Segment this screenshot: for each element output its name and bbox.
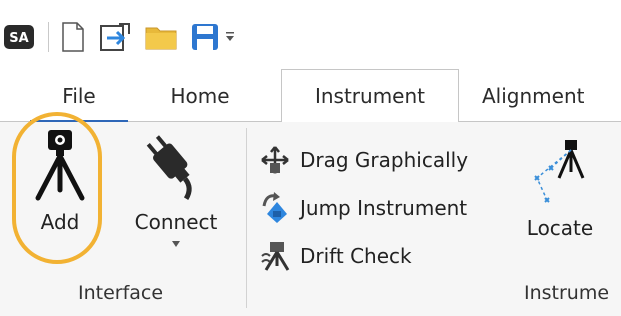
app-logo-icon[interactable]: SA [2, 20, 36, 54]
locate-network-icon [534, 140, 585, 203]
group-label-instrument: Instrume [524, 282, 610, 304]
drift-check-button[interactable]: Drift Check [258, 234, 412, 278]
toolbar-separator [48, 22, 49, 52]
drift-tripod-icon [258, 239, 292, 273]
new-document-icon[interactable] [56, 20, 90, 54]
drift-check-label: Drift Check [300, 244, 412, 268]
open-folder-icon[interactable] [144, 20, 178, 54]
customize-dropdown-icon[interactable] [220, 20, 240, 54]
tab-alignment[interactable]: Alignment [482, 70, 621, 122]
jump-arrow-icon [258, 191, 292, 225]
chevron-down-icon[interactable] [171, 240, 181, 248]
locate-button[interactable]: Locate [518, 138, 602, 240]
ribbon-tabs: File Home Instrument Alignment [0, 69, 621, 123]
highlight-annotation [12, 112, 102, 264]
tab-home[interactable]: Home [140, 70, 260, 122]
group-divider [246, 128, 247, 308]
import-icon[interactable] [98, 20, 132, 54]
quick-access-toolbar: SA [0, 0, 621, 78]
group-label-interface: Interface [78, 282, 164, 304]
jump-instrument-label: Jump Instrument [300, 196, 468, 220]
drag-move-icon [258, 143, 292, 177]
jump-instrument-button[interactable]: Jump Instrument [258, 186, 467, 230]
tab-instrument[interactable]: Instrument [281, 69, 459, 123]
plug-connect-icon [146, 135, 192, 201]
drag-graphically-button[interactable]: Drag Graphically [258, 138, 468, 182]
drag-graphically-label: Drag Graphically [300, 148, 469, 172]
save-icon[interactable] [188, 20, 222, 54]
connect-button[interactable]: Connect [128, 128, 224, 248]
app-logo-text: SA [9, 31, 28, 46]
locate-label: Locate [526, 216, 594, 240]
connect-label: Connect [134, 210, 218, 234]
